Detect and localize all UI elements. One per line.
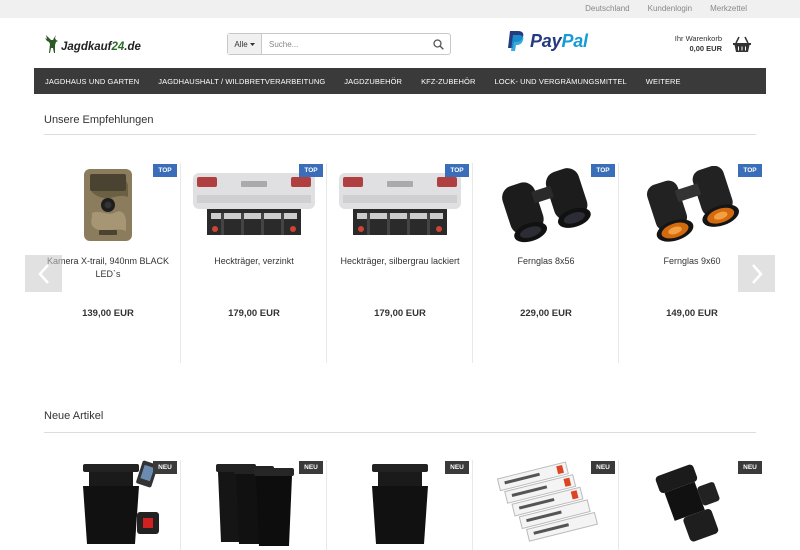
nav-item-jagdzubehoer[interactable]: JAGDZUBEHÖR xyxy=(344,77,402,86)
product-name[interactable]: Heckträger, silbergrau lackiert xyxy=(327,255,473,268)
product-card[interactable]: NEU xyxy=(619,460,765,550)
nav-item-weitere[interactable]: WEITERE xyxy=(646,77,681,86)
product-card[interactable]: NEU xyxy=(473,460,619,550)
top-badge: TOP xyxy=(591,164,615,177)
product-price: 179,00 EUR xyxy=(374,308,426,319)
product-price: 179,00 EUR xyxy=(228,308,280,319)
top-bar: Deutschland Kundenlogin Merkzettel xyxy=(0,0,800,18)
search-icon xyxy=(432,38,444,50)
product-card[interactable]: NEU xyxy=(327,460,473,550)
search-category-select[interactable]: Alle xyxy=(228,34,262,54)
country-link[interactable]: Deutschland xyxy=(585,4,629,13)
cart[interactable]: Ihr Warenkorb 0,00 EUR xyxy=(675,34,752,54)
search-input[interactable] xyxy=(262,39,426,49)
product-card[interactable]: TOP Fernglas 8x56 229,00 EUR xyxy=(473,163,619,363)
product-card[interactable]: TOP Heckträger, silbergrau lackiert 179,… xyxy=(327,163,473,363)
product-price: 229,00 EUR xyxy=(520,308,572,319)
product-card[interactable]: TOP Heckträger, verzinkt 179,00 EUR xyxy=(181,163,327,363)
section-divider xyxy=(44,432,756,433)
new-items-title: Neue Artikel xyxy=(44,410,104,422)
site-logo[interactable]: Jagdkauf24.de xyxy=(43,34,141,54)
nav-item-lock-vergraemung[interactable]: LOCK- UND VERGRÄMUNGSMITTEL xyxy=(495,77,627,86)
paypal-logo: PayPal xyxy=(506,30,588,53)
new-badge: NEU xyxy=(738,461,762,474)
search-button[interactable] xyxy=(426,34,450,54)
nav-item-jagdhaushalt[interactable]: JAGDHAUSHALT / WILDBRETVERARBEITUNG xyxy=(158,77,325,86)
nav-item-kfz-zubehoer[interactable]: KFZ-ZUBEHÖR xyxy=(421,77,475,86)
new-badge: NEU xyxy=(299,461,323,474)
top-badge: TOP xyxy=(299,164,323,177)
product-name[interactable]: Heckträger, verzinkt xyxy=(181,255,327,268)
section-divider xyxy=(44,134,756,135)
chevron-right-icon xyxy=(751,263,763,284)
new-badge: NEU xyxy=(445,461,469,474)
customer-login-link[interactable]: Kundenlogin xyxy=(648,4,692,13)
logo-text: Jagdkauf24.de xyxy=(61,40,141,53)
carousel-next-button[interactable] xyxy=(738,255,775,292)
paypal-pal-text: Pal xyxy=(561,31,588,51)
top-links: Deutschland Kundenlogin Merkzettel xyxy=(585,4,747,13)
wishlist-link[interactable]: Merkzettel xyxy=(710,4,747,13)
chevron-left-icon xyxy=(37,263,49,284)
deer-icon xyxy=(45,35,58,53)
search-category-label: Alle xyxy=(234,39,248,49)
top-badge: TOP xyxy=(738,164,762,177)
product-name[interactable]: Fernglas 8x56 xyxy=(473,255,619,268)
nav-item-jagdhaus-garten[interactable]: JAGDHAUS UND GARTEN xyxy=(45,77,139,86)
recommendations-title: Unsere Empfehlungen xyxy=(44,114,154,126)
basket-icon xyxy=(733,36,751,52)
top-badge: TOP xyxy=(445,164,469,177)
caret-down-icon xyxy=(249,42,255,46)
product-price: 149,00 EUR xyxy=(666,308,718,319)
cart-amount: 0,00 EUR xyxy=(689,44,722,53)
product-card[interactable]: NEU xyxy=(181,460,327,550)
new-badge: NEU xyxy=(153,461,177,474)
product-card[interactable]: NEU xyxy=(35,460,181,550)
carousel-prev-button[interactable] xyxy=(25,255,62,292)
cart-label: Ihr Warenkorb xyxy=(674,34,722,43)
search-bar: Alle xyxy=(227,33,451,55)
product-price: 139,00 EUR xyxy=(82,308,134,319)
main-nav: JAGDHAUS UND GARTEN JAGDHAUSHALT / WILDB… xyxy=(34,68,766,94)
paypal-pay-text: Pay xyxy=(530,31,562,51)
paypal-p-icon xyxy=(508,31,524,51)
top-badge: TOP xyxy=(153,164,177,177)
new-badge: NEU xyxy=(591,461,615,474)
